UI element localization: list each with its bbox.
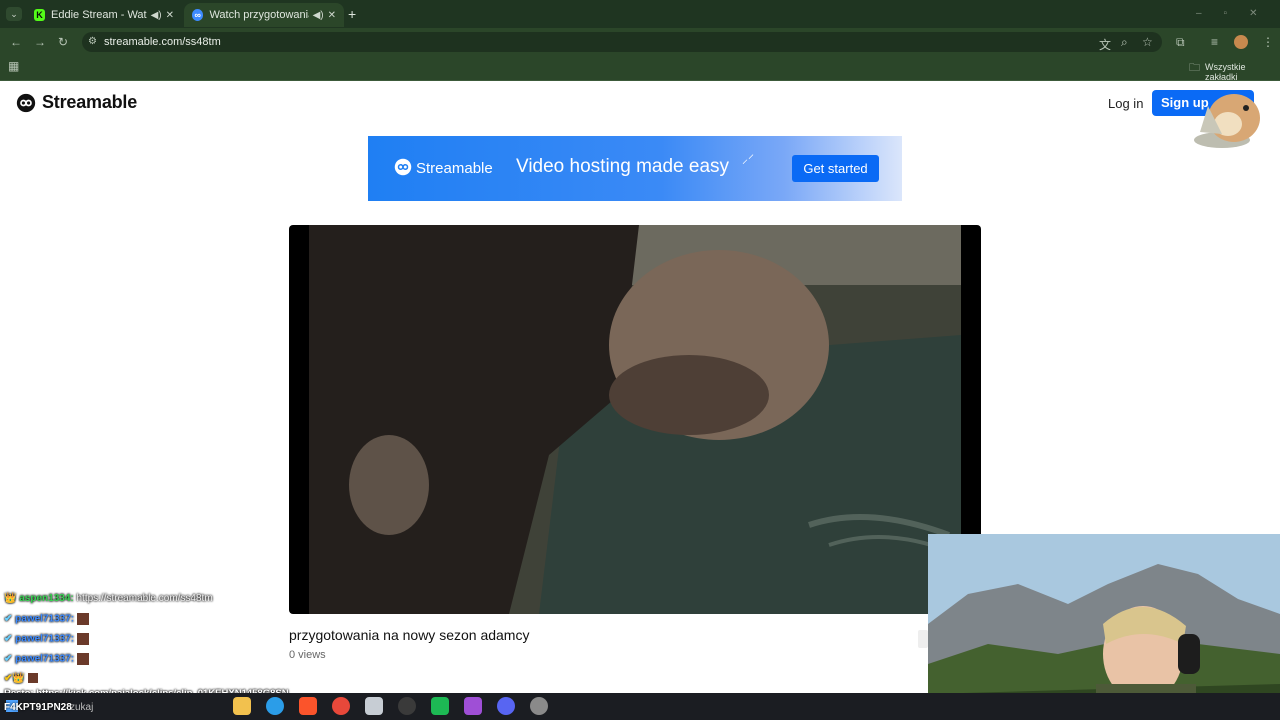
chat-message: ✔ pawel71337: [4, 653, 89, 665]
folder-icon: 🗀 [1189, 62, 1200, 74]
tab-title: Watch przygotowania na n [209, 9, 309, 21]
bookmark-star-icon[interactable]: ☆ [1142, 35, 1153, 49]
chat-username: pawel71337: [15, 633, 75, 645]
emote-icon [27, 673, 38, 684]
video-frame[interactable] [309, 225, 961, 614]
forward-icon[interactable]: → [34, 35, 46, 49]
code-overlay-text: F4KPT91PN28 [4, 702, 72, 713]
site-info-icon[interactable]: ⚙ [88, 36, 97, 47]
app-icon[interactable] [365, 697, 383, 715]
media-controls-icon[interactable]: ≡ [1211, 35, 1218, 49]
obs-icon[interactable] [398, 697, 416, 715]
all-bookmarks-link[interactable]: Wszystkie zakładki [1205, 62, 1280, 82]
back-icon[interactable]: ← [10, 35, 22, 49]
url-text[interactable]: streamable.com/ss48tm [104, 36, 221, 48]
zoom-icon[interactable]: ⌕ [1121, 35, 1128, 50]
streamable-logo-icon [394, 158, 412, 176]
chat-message: ✔ pawel71337: [4, 633, 89, 645]
chrome-icon[interactable] [332, 697, 350, 715]
banner-headline: Video hosting made easy [516, 156, 730, 177]
close-icon[interactable]: ✕ [328, 10, 336, 21]
chat-message: ✔ pawel71337: [4, 613, 89, 625]
bookmarks-bar [0, 55, 1280, 81]
emote-icon [76, 653, 89, 665]
chat-message: 👑 aspen1334: https://streamable.com/ss48… [4, 593, 213, 604]
close-icon[interactable]: ✕ [166, 10, 174, 21]
brand-name[interactable]: Streamable [42, 92, 137, 113]
emote-icon [76, 613, 89, 625]
app-icon[interactable] [530, 697, 548, 715]
tab-title: Eddie Stream - Watch Live o [51, 9, 147, 21]
profile-avatar[interactable] [1234, 35, 1248, 49]
window-controls[interactable]: –▫✕ [1196, 8, 1280, 19]
verified-icon: ✔ [4, 633, 13, 645]
file-explorer-icon[interactable] [233, 697, 251, 715]
emote-icon [76, 633, 89, 645]
tab-search-button[interactable]: ⌄ [6, 7, 22, 21]
streamable-icon: ∞ [192, 9, 204, 21]
address-bar[interactable] [82, 32, 1162, 52]
tab-streamable[interactable]: ∞ Watch przygotowania na n ◀) ✕ [184, 3, 344, 27]
tab-eddie-stream[interactable]: K Eddie Stream - Watch Live o ◀) ✕ [26, 3, 182, 27]
brave-icon[interactable] [299, 697, 317, 715]
badge-icon: 👑 [4, 593, 17, 604]
translate-icon[interactable]: 文 [1099, 36, 1111, 53]
new-tab-button[interactable]: + [348, 6, 356, 22]
get-started-button[interactable]: Get started [792, 155, 879, 182]
taskbar-search[interactable]: zukaj [70, 702, 93, 713]
verified-icon: ✔👑 [4, 673, 25, 684]
streamable-logo-icon[interactable] [15, 93, 37, 113]
chat-message: ✔👑 [4, 673, 38, 684]
login-link[interactable]: Log in [1108, 96, 1143, 111]
banner-brand: Streamable [416, 160, 493, 177]
extensions-icon[interactable]: ⧉ [1176, 35, 1185, 50]
discord-icon[interactable] [497, 697, 515, 715]
menu-icon[interactable]: ⋮ [1262, 35, 1274, 49]
chat-username: pawel71337: [15, 613, 75, 625]
speaker-icon[interactable]: ◀) [151, 10, 162, 21]
chat-text: https://streamable.com/ss48tm [76, 593, 213, 604]
share-icon[interactable] [918, 630, 928, 648]
taskbar [0, 693, 1280, 720]
edge-icon[interactable] [266, 697, 284, 715]
speaker-icon[interactable]: ◀) [313, 10, 324, 21]
chat-username: aspen1334: [19, 593, 74, 604]
media-player-icon[interactable] [431, 697, 449, 715]
kick-icon: K [34, 9, 46, 21]
chat-username: pawel71337: [15, 653, 75, 665]
verified-icon: ✔ [4, 613, 13, 625]
verified-icon: ✔ [4, 653, 13, 665]
video-title: przygotowania na nowy sezon adamcy [289, 627, 530, 643]
sparkle-icon: ⸝⸍ [742, 152, 755, 166]
apps-grid-icon[interactable]: ▦ [8, 59, 19, 73]
app-icon[interactable] [464, 697, 482, 715]
view-count: 0 views [289, 649, 326, 661]
video-still-image [309, 225, 961, 614]
hamster-sticker-icon [1194, 94, 1260, 148]
reload-icon[interactable]: ↻ [58, 35, 68, 49]
